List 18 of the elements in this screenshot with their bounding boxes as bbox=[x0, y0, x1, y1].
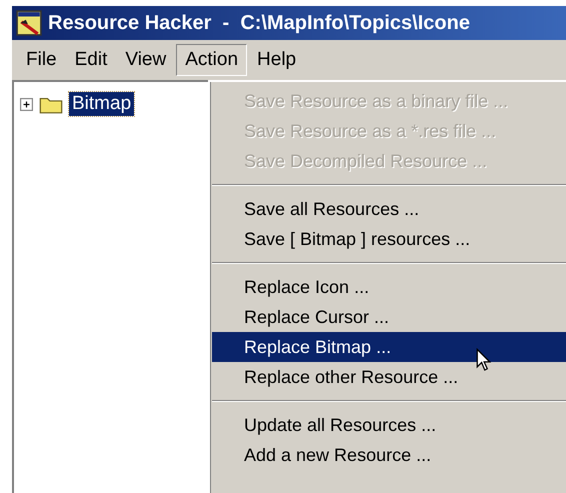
menu-bar-item[interactable]: File bbox=[18, 45, 65, 75]
menu-bar-item[interactable]: Help bbox=[249, 45, 304, 75]
menu-item[interactable]: Save all Resources ... bbox=[212, 194, 566, 224]
mouse-pointer-icon bbox=[476, 348, 491, 372]
menu-item[interactable]: Update all Resources ... bbox=[212, 410, 566, 440]
menu-item[interactable]: Save [ Bitmap ] resources ... bbox=[212, 224, 566, 254]
tree-item[interactable]: Bitmap bbox=[69, 92, 134, 116]
menu-bar-item[interactable]: View bbox=[117, 45, 174, 75]
app-icon bbox=[16, 10, 42, 36]
menu-bar-item[interactable]: Edit bbox=[66, 45, 116, 75]
menu-item[interactable]: Replace Bitmap ... bbox=[212, 332, 566, 362]
menu-item[interactable]: Replace Cursor ... bbox=[212, 302, 566, 332]
expand-icon[interactable] bbox=[20, 98, 33, 110]
menu-item[interactable]: Replace other Resource ... bbox=[212, 362, 566, 392]
window-title: Resource Hacker - C:\MapInfo\Topics\Icone bbox=[48, 12, 470, 34]
menu-item[interactable]: Replace Icon ... bbox=[212, 272, 566, 302]
menu-bar-item[interactable]: Action bbox=[176, 44, 248, 76]
menu-item[interactable]: Add a new Resource ... bbox=[212, 440, 566, 470]
